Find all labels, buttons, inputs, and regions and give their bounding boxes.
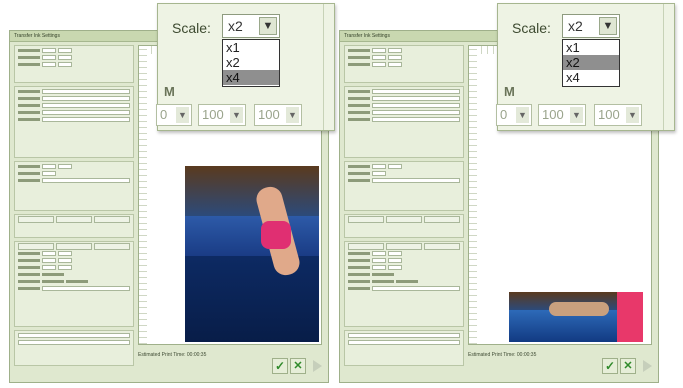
scale-label: Scale: (512, 20, 551, 36)
dropdown[interactable] (42, 88, 130, 94)
chevron-down-icon[interactable]: ▼ (176, 107, 189, 123)
preview-image (185, 166, 319, 342)
option-button[interactable] (94, 215, 130, 223)
align-button[interactable] (56, 242, 92, 250)
m-label: M (504, 84, 515, 99)
invert-section (344, 214, 464, 238)
invert-section (14, 214, 134, 238)
option-button[interactable] (18, 215, 54, 223)
align-button[interactable] (94, 242, 130, 250)
m-label: M (164, 84, 175, 99)
scale-option-x1[interactable]: x1 (563, 40, 619, 55)
ruler-vertical (139, 46, 147, 344)
value-input[interactable]: 100 ▼ (538, 104, 586, 126)
scale-zoom-callout-right: Scale: x2 ▼ x1 x2 x4 M 0 ▼ 100 ▼ 100 ▼ (496, 3, 675, 131)
print-time-status: Estimated Print Time: 00:00:35 (468, 352, 537, 358)
value-input[interactable]: 0 ▼ (156, 104, 192, 126)
chevron-down-icon[interactable]: ▼ (516, 107, 529, 123)
dropdown[interactable] (372, 109, 460, 115)
dropdown[interactable] (372, 102, 460, 108)
chevron-down-icon[interactable]: ▼ (286, 107, 299, 123)
options-section (14, 161, 134, 211)
x-icon[interactable]: ✕ (620, 358, 636, 374)
options-section (344, 161, 464, 211)
size-section (344, 45, 464, 83)
option-button[interactable] (348, 215, 384, 223)
align-button[interactable] (348, 242, 384, 250)
footer: Estimated Print Time: 00:00:35 ✓ ✕ (138, 348, 322, 376)
dropdown[interactable] (42, 95, 130, 101)
print-settings-section (344, 86, 464, 158)
print-time-status: Estimated Print Time: 00:00:35 (138, 352, 207, 358)
value-input[interactable]: 100 ▼ (254, 104, 302, 126)
layers-section (344, 330, 464, 366)
dropdown[interactable] (372, 95, 460, 101)
chevron-down-icon[interactable]: ▼ (626, 107, 639, 123)
settings-panel (344, 45, 464, 376)
scale-select[interactable]: x2 ▼ (222, 14, 280, 38)
check-icon[interactable]: ✓ (272, 358, 288, 374)
dropdown[interactable] (42, 109, 130, 115)
x-icon[interactable]: ✕ (290, 358, 306, 374)
scale-select[interactable]: x2 ▼ (562, 14, 620, 38)
scale-option-x4[interactable]: x4 (223, 70, 279, 85)
scale-label: Scale: (172, 20, 211, 36)
value-input[interactable]: 0 ▼ (496, 104, 532, 126)
chevron-down-icon[interactable]: ▼ (259, 17, 277, 35)
scale-options-list: x1 x2 x4 (222, 39, 280, 87)
ruler-vertical (469, 46, 477, 344)
preview-image (509, 292, 643, 342)
chevron-down-icon[interactable]: ▼ (599, 17, 617, 35)
scale-selected-value: x2 (568, 18, 583, 34)
chevron-down-icon[interactable]: ▼ (230, 107, 243, 123)
play-icon[interactable] (643, 360, 652, 372)
scale-selected-value: x2 (228, 18, 243, 34)
size-section (14, 45, 134, 83)
value-input[interactable]: 100 ▼ (594, 104, 642, 126)
align-button[interactable] (424, 242, 460, 250)
slider[interactable] (42, 116, 130, 122)
positioning-section (344, 241, 464, 327)
option-button[interactable] (424, 215, 460, 223)
option-button[interactable] (386, 215, 422, 223)
scale-zoom-callout-left: Scale: x2 ▼ x1 x2 x4 M 0 ▼ 100 ▼ 100 ▼ (156, 3, 335, 131)
settings-panel (14, 45, 134, 376)
positioning-section (14, 241, 134, 327)
layers-section (14, 330, 134, 366)
scale-option-x2[interactable]: x2 (563, 55, 619, 70)
scale-options-list: x1 x2 x4 (562, 39, 620, 87)
slider[interactable] (372, 116, 460, 122)
dropdown[interactable] (372, 88, 460, 94)
value-input[interactable]: 100 ▼ (198, 104, 246, 126)
align-button[interactable] (18, 242, 54, 250)
print-settings-section (14, 86, 134, 158)
scale-option-x4[interactable]: x4 (563, 70, 619, 85)
footer: Estimated Print Time: 00:00:35 ✓ ✕ (468, 348, 652, 376)
scale-option-x1[interactable]: x1 (223, 40, 279, 55)
option-button[interactable] (56, 215, 92, 223)
dropdown[interactable] (42, 102, 130, 108)
check-icon[interactable]: ✓ (602, 358, 618, 374)
scale-option-x2[interactable]: x2 (223, 55, 279, 70)
play-icon[interactable] (313, 360, 322, 372)
align-button[interactable] (386, 242, 422, 250)
chevron-down-icon[interactable]: ▼ (570, 107, 583, 123)
